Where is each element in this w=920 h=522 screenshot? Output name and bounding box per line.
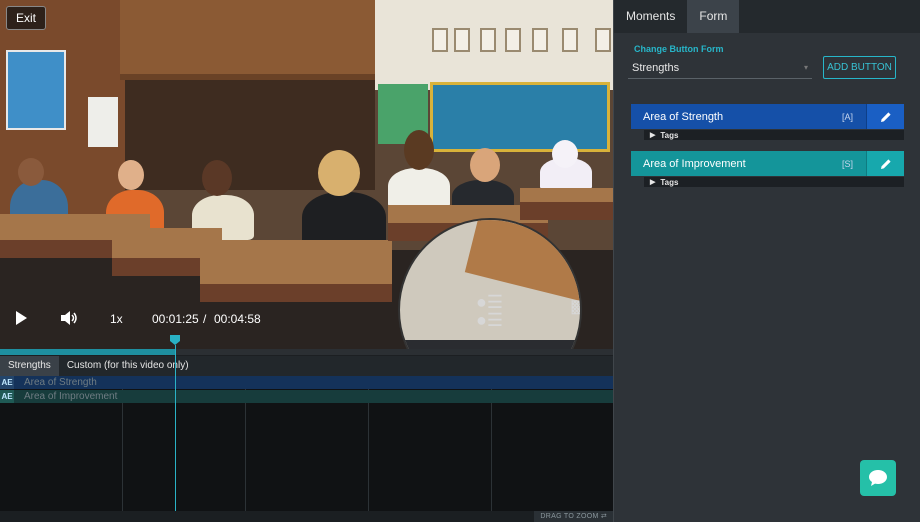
video-scene-student-head: [118, 160, 144, 190]
timeline-tabs: Strengths Custom (for this video only): [0, 356, 613, 376]
drag-to-zoom-handle[interactable]: DRAG TO ZOOM ⇄: [534, 511, 613, 522]
list-icon: ●☰: [476, 310, 504, 330]
app-root: ●☰ ●☰ ▩ Exit 1x 00:01:25 / 00:04:58 Stre…: [0, 0, 920, 522]
timeline-row-improvement[interactable]: AE Area of Improvement: [0, 390, 613, 403]
tab-moments[interactable]: Moments: [614, 0, 687, 33]
duration: 00:04:58: [214, 312, 261, 326]
exit-button[interactable]: Exit: [6, 6, 46, 30]
video-player[interactable]: ●☰ ●☰ ▩ Exit 1x 00:01:25 / 00:04:58: [0, 0, 613, 349]
playhead-line: [175, 345, 176, 511]
add-button[interactable]: ADD BUTTON: [823, 56, 896, 79]
video-scene-poster: [6, 50, 66, 130]
timeline-row-strength[interactable]: AE Area of Strength: [0, 376, 613, 389]
caret-right-icon: ▶: [650, 179, 656, 186]
video-scene-cabinet: [120, 0, 380, 80]
side-panel: Moments Form Change Button Form Strength…: [613, 0, 920, 522]
tab-strengths[interactable]: Strengths: [0, 356, 59, 376]
video-scene-student-head: [404, 130, 434, 170]
moment-button-hotkey: [S]: [842, 158, 854, 169]
current-time: 00:01:25: [152, 312, 199, 326]
moment-button-label: Area of Strength: [643, 110, 724, 123]
moment-button-improvement[interactable]: Area of Improvement [S]: [631, 151, 904, 176]
form-select-value: Strengths: [632, 62, 680, 74]
timeline-row-badge: AE: [0, 376, 14, 389]
pencil-icon: [880, 158, 891, 169]
video-scene-student-head: [470, 148, 500, 182]
tags-label: Tags: [660, 177, 679, 187]
pencil-icon: [880, 111, 891, 122]
moment-button-hotkey: [A]: [842, 111, 854, 122]
moment-button-strength[interactable]: Area of Strength [A]: [631, 104, 904, 129]
chat-bubble-icon: [869, 470, 887, 486]
panel-tabs: Moments Form: [614, 0, 920, 33]
tags-toggle[interactable]: ▶ Tags: [644, 177, 904, 187]
play-icon[interactable]: [14, 310, 28, 326]
progress-bar[interactable]: [0, 349, 613, 355]
caret-right-icon: ▶: [650, 132, 656, 139]
timeline-row-label: Area of Strength: [24, 377, 97, 388]
tags-toggle[interactable]: ▶ Tags: [644, 130, 904, 140]
video-scene-student: [388, 168, 450, 208]
edit-button[interactable]: [866, 151, 904, 176]
video-scene-desk: [200, 240, 392, 302]
chat-button[interactable]: [860, 460, 896, 496]
change-form-title: Change Button Form: [634, 44, 724, 54]
volume-icon[interactable]: [60, 310, 78, 326]
form-select[interactable]: Strengths ▾: [628, 57, 812, 79]
moment-button-label: Area of Improvement: [643, 157, 746, 170]
progress-fill: [0, 349, 175, 355]
time-separator: /: [203, 312, 207, 326]
timeline-footer: DRAG TO ZOOM ⇄: [0, 511, 613, 522]
video-scene-frames: [430, 28, 611, 68]
video-scene-student-head: [318, 150, 360, 196]
video-scene-desk: [520, 188, 613, 220]
timeline-row-label: Area of Improvement: [24, 391, 118, 402]
tags-label: Tags: [660, 130, 679, 140]
video-scene-bulletin-board: [430, 82, 610, 152]
video-scene-student-head: [18, 158, 44, 186]
chevron-down-icon: ▾: [803, 63, 808, 72]
video-scene-student-head: [552, 140, 578, 168]
drag-to-zoom-label: DRAG TO ZOOM: [540, 513, 599, 520]
video-scene-student-head: [202, 160, 232, 196]
fullscreen-icon: ▩: [570, 296, 580, 317]
video-scene-paper: [88, 97, 118, 147]
tab-form[interactable]: Form: [687, 0, 740, 33]
timeline-row-badge: AE: [0, 390, 14, 403]
playback-speed[interactable]: 1x: [110, 312, 123, 326]
edit-button[interactable]: [866, 104, 904, 129]
